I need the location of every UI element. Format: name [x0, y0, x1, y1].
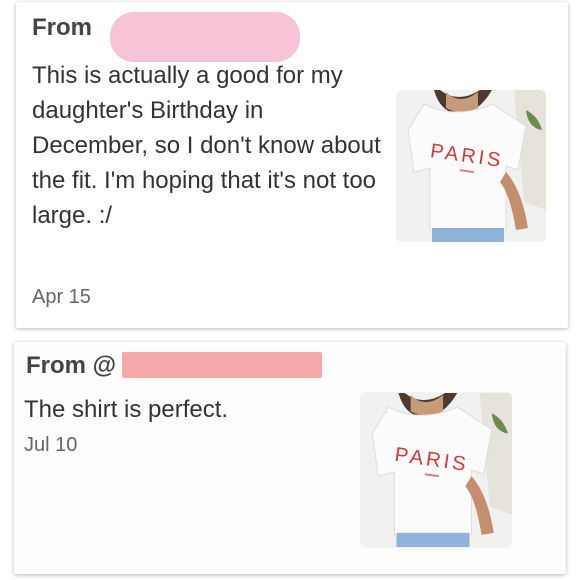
tshirt-photo-icon: PARIS — [396, 90, 546, 242]
tshirt-photo-icon: PARIS — [360, 392, 512, 548]
review-card: From @ The shirt is perfect. Jul 10 PARI… — [14, 342, 566, 574]
product-photo[interactable]: PARIS — [360, 392, 512, 548]
review-text: This is actually a good for my daughter'… — [32, 62, 381, 229]
review-date: Jul 10 — [24, 434, 78, 456]
product-photo[interactable]: PARIS — [396, 90, 546, 242]
redacted-username — [122, 352, 322, 378]
review-text: The shirt is perfect. — [24, 396, 229, 423]
review-author-label: From — [32, 14, 92, 41]
review-card: From This is actually a good for my daug… — [16, 2, 568, 328]
review-author-label: From @ — [26, 352, 117, 379]
review-date: Apr 15 — [32, 286, 91, 308]
redacted-username — [110, 12, 300, 62]
